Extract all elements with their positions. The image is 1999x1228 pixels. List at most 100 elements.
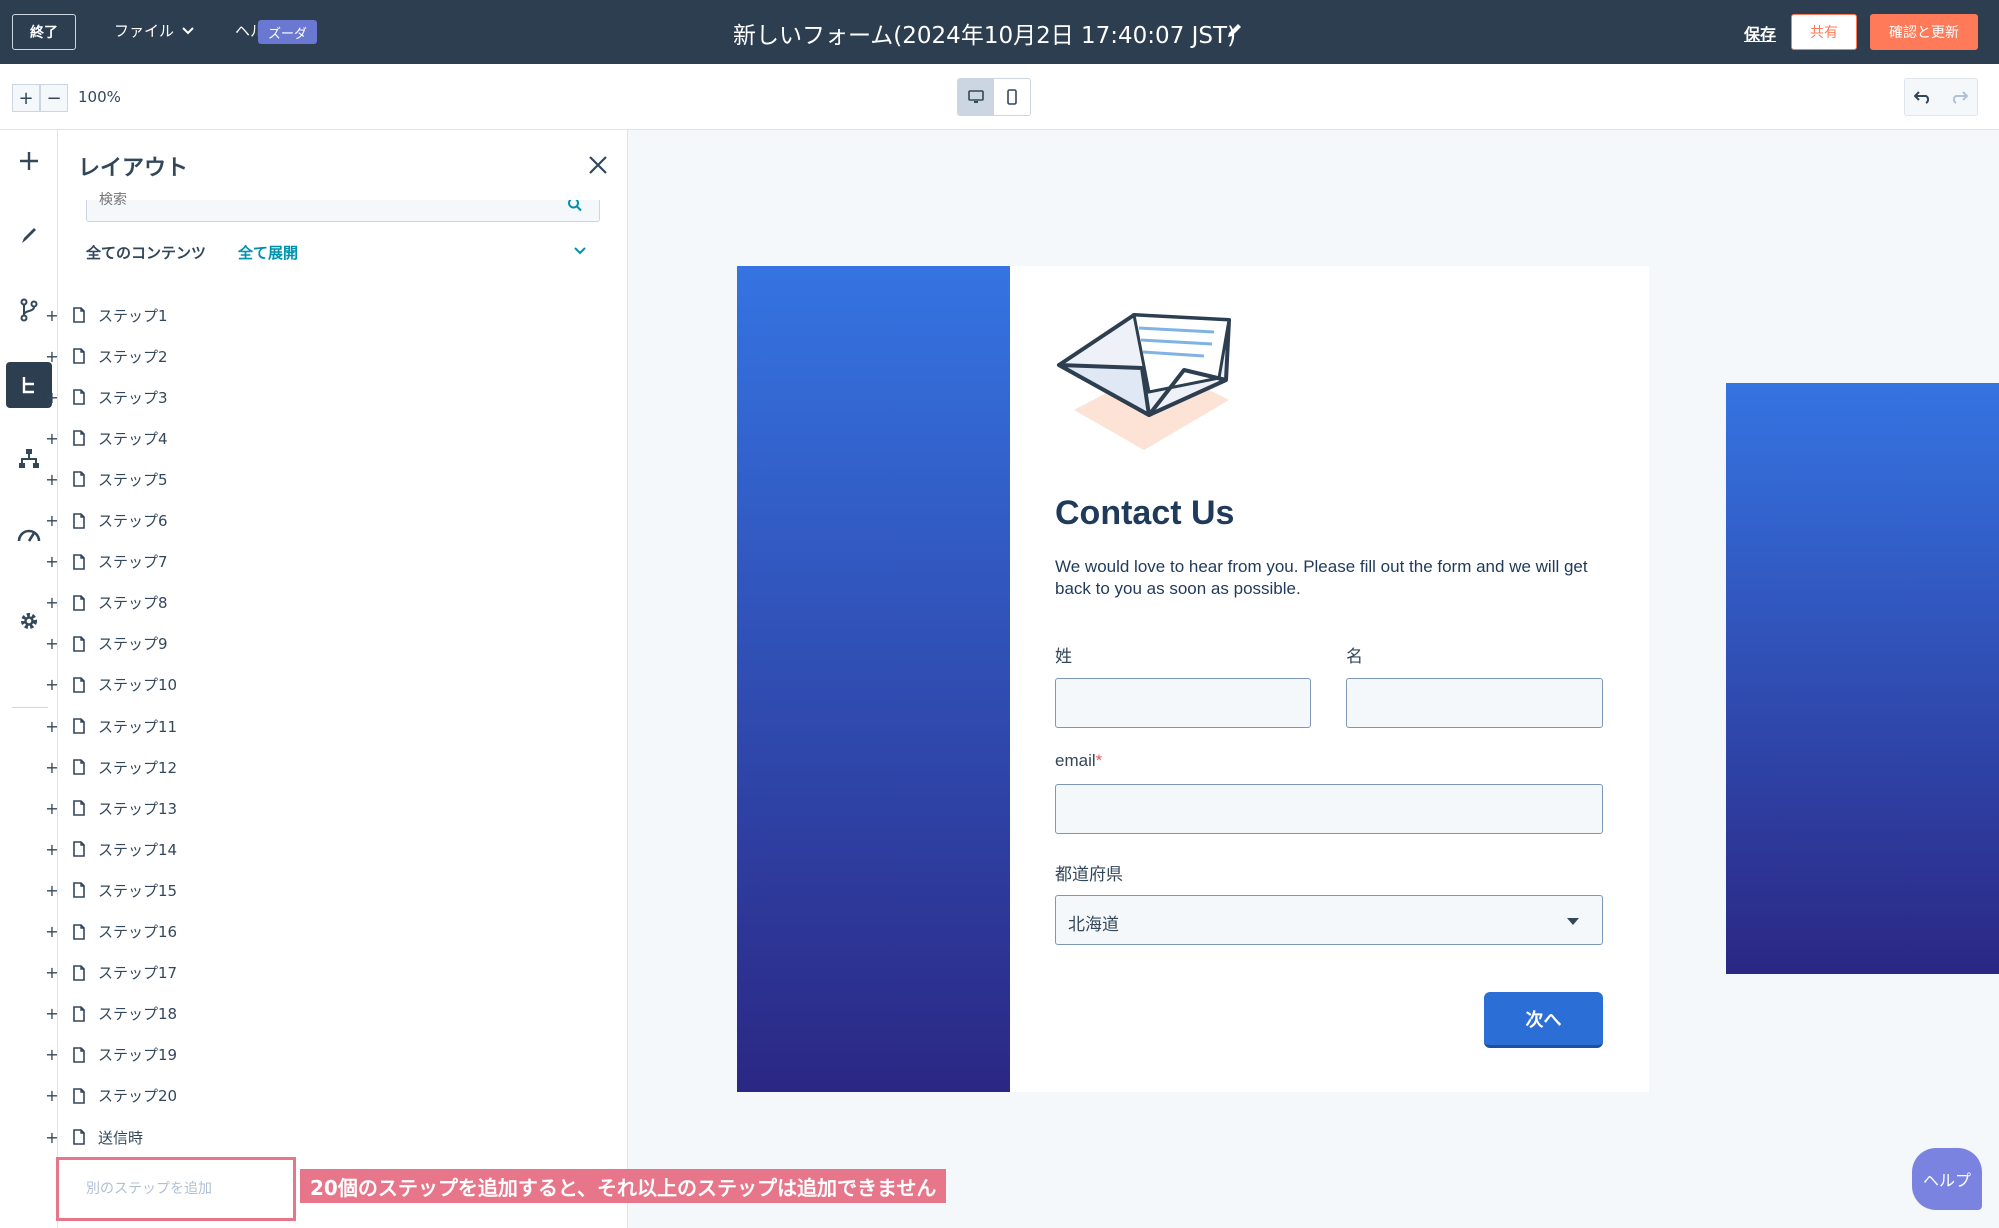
- page-icon: [73, 1005, 85, 1022]
- expand-plus-icon[interactable]: +: [44, 799, 60, 818]
- step-label: ステップ19: [98, 1046, 178, 1065]
- step-label: ステップ20: [98, 1087, 178, 1106]
- expand-plus-icon[interactable]: +: [44, 1128, 60, 1147]
- expand-plus-icon[interactable]: +: [44, 552, 60, 571]
- expand-plus-icon[interactable]: +: [44, 1004, 60, 1023]
- chevron-down-icon[interactable]: [572, 243, 588, 259]
- step-item[interactable]: + ステップ11: [44, 710, 177, 742]
- desktop-view-button[interactable]: [958, 79, 994, 115]
- email-field[interactable]: [1055, 784, 1603, 834]
- first-name-field[interactable]: [1346, 678, 1603, 728]
- step-label: ステップ2: [98, 347, 168, 366]
- step-label: ステップ7: [98, 553, 168, 572]
- page-icon: [73, 841, 85, 858]
- step-item[interactable]: + ステップ18: [44, 998, 177, 1030]
- device-toggle: [957, 78, 1031, 116]
- step-item[interactable]: + ステップ17: [44, 957, 177, 989]
- expand-plus-icon[interactable]: +: [44, 429, 60, 448]
- page-icon: [73, 677, 85, 693]
- step-label: ステップ3: [98, 388, 168, 407]
- step-item[interactable]: + ステップ16: [44, 916, 177, 948]
- step-item[interactable]: + ステップ10: [44, 669, 177, 701]
- page-icon: [73, 307, 85, 323]
- search-input[interactable]: [99, 192, 499, 208]
- expand-plus-icon[interactable]: +: [44, 881, 60, 900]
- expand-plus-icon[interactable]: +: [44, 593, 60, 612]
- step-item[interactable]: + ステップ14: [44, 833, 177, 865]
- expand-plus-icon[interactable]: +: [44, 511, 60, 530]
- last-name-field[interactable]: [1055, 678, 1311, 728]
- step-item[interactable]: + ステップ20: [44, 1080, 177, 1112]
- form-heading: Contact Us: [1055, 494, 1235, 532]
- expand-plus-icon[interactable]: +: [44, 306, 60, 325]
- expand-all-link[interactable]: 全て展開: [238, 242, 298, 263]
- expand-plus-icon[interactable]: +: [44, 470, 60, 489]
- page-icon: [73, 1046, 85, 1063]
- step-item[interactable]: + ステップ12: [44, 751, 177, 783]
- help-button[interactable]: ヘルプ: [1912, 1148, 1982, 1210]
- step-item[interactable]: + ステップ7: [44, 546, 168, 578]
- page-icon: [73, 430, 85, 447]
- step-item[interactable]: + ステップ19: [44, 1039, 177, 1071]
- exit-button[interactable]: 終了: [12, 14, 76, 50]
- expand-plus-icon[interactable]: +: [44, 675, 60, 694]
- brush-icon[interactable]: [6, 212, 52, 258]
- expand-plus-icon[interactable]: +: [44, 1086, 60, 1105]
- step-item[interactable]: + ステップ5: [44, 463, 167, 495]
- expand-plus-icon[interactable]: +: [44, 388, 60, 407]
- beta-badge: ズーダ: [258, 20, 318, 44]
- next-step-preview[interactable]: [1726, 383, 1999, 974]
- step-item[interactable]: + ステップ1: [44, 299, 167, 331]
- step-label: ステップ18: [98, 1005, 178, 1024]
- step-item[interactable]: + ステップ4: [44, 422, 168, 454]
- expand-plus-icon[interactable]: +: [44, 347, 60, 366]
- expand-plus-icon[interactable]: +: [44, 1045, 60, 1064]
- search-icon[interactable]: [567, 200, 583, 216]
- redo-button[interactable]: [1941, 79, 1977, 115]
- page-icon: [73, 1129, 85, 1145]
- step-item[interactable]: + ステップ13: [44, 792, 177, 824]
- save-button[interactable]: 保存: [1744, 21, 1776, 45]
- step-label: ステップ15: [98, 881, 178, 900]
- step-label: ステップ16: [98, 923, 178, 941]
- page-icon: [73, 471, 85, 488]
- page-icon: [73, 759, 85, 775]
- review-and-update-button[interactable]: 確認と更新: [1870, 14, 1978, 50]
- caret-down-icon: [1567, 918, 1579, 925]
- pencil-icon[interactable]: [1225, 20, 1245, 40]
- expand-plus-icon[interactable]: +: [44, 717, 60, 736]
- step-item[interactable]: + ステップ9: [44, 628, 167, 660]
- add-step-button[interactable]: 別のステップを追加: [86, 1178, 212, 1198]
- zoom-in-button[interactable]: +: [12, 84, 40, 112]
- expand-plus-icon[interactable]: +: [44, 758, 60, 777]
- share-button[interactable]: 共有: [1791, 14, 1857, 50]
- all-content-label: 全てのコンテンツ: [86, 244, 207, 262]
- close-icon[interactable]: [588, 155, 608, 175]
- step-item[interactable]: + ステップ15: [44, 874, 177, 906]
- panel-title: レイアウト: [78, 156, 189, 181]
- chevron-down-icon: [182, 26, 194, 34]
- step-label: ステップ8: [98, 594, 168, 613]
- step-label: ステップ12: [98, 758, 178, 777]
- zoom-out-button[interactable]: −: [40, 84, 68, 112]
- step-item[interactable]: + 送信時: [44, 1121, 143, 1153]
- step-item[interactable]: + ステップ2: [44, 340, 168, 372]
- rail-divider: [12, 707, 48, 708]
- next-button[interactable]: 次へ: [1484, 992, 1603, 1048]
- file-menu[interactable]: ファイル: [114, 20, 194, 41]
- step-item[interactable]: + ステップ3: [44, 381, 168, 413]
- annotation-note: 20個のステップを追加すると、それ以上のステップは追加できません: [300, 1169, 947, 1203]
- undo-button[interactable]: [1905, 79, 1941, 115]
- add-icon[interactable]: [6, 138, 52, 184]
- step-label: ステップ4: [98, 429, 168, 448]
- expand-plus-icon[interactable]: +: [44, 634, 60, 653]
- expand-plus-icon[interactable]: +: [44, 922, 60, 941]
- step-item[interactable]: + ステップ6: [44, 505, 167, 537]
- page-icon: [73, 635, 85, 652]
- prefecture-select[interactable]: [1055, 895, 1603, 945]
- prefecture-value: 北海道: [1068, 915, 1119, 935]
- expand-plus-icon[interactable]: +: [44, 963, 60, 982]
- step-item[interactable]: + ステップ8: [44, 587, 168, 619]
- expand-plus-icon[interactable]: +: [44, 840, 60, 859]
- mobile-view-button[interactable]: [994, 79, 1030, 115]
